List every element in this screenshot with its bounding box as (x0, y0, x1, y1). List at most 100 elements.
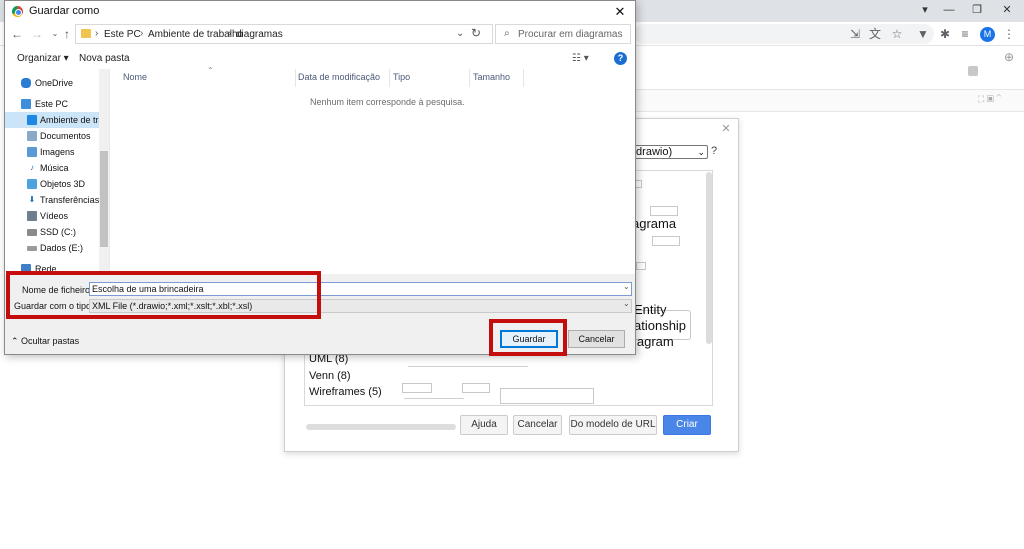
chevron-right-icon[interactable]: › (228, 28, 231, 39)
nav-item-music[interactable]: ♪ Música (5, 160, 101, 176)
sort-ascending-icon: ⌃ (207, 66, 214, 75)
close-icon[interactable]: ✕ (611, 3, 629, 21)
organize-menu[interactable]: Organizar ▾ (17, 53, 69, 64)
close-icon[interactable]: ✕ (720, 123, 732, 135)
dialog-title: Guardar como (29, 5, 100, 17)
breadcrumb-este-pc[interactable]: Este PC (104, 29, 141, 40)
recent-locations-icon[interactable]: ⌄ (49, 29, 61, 38)
column-size[interactable]: Tamanho (473, 72, 510, 82)
back-arrow-icon[interactable]: ← (11, 27, 23, 41)
command-bar: Organizar ▾ Nova pasta ☷ ▾ ? (5, 49, 635, 69)
desktop-icon (27, 115, 37, 125)
category-venn[interactable]: Venn (8) (309, 370, 351, 382)
breadcrumb-diagramas[interactable]: diagramas (236, 29, 283, 40)
empty-list-message: Nenhum item corresponde à pesquisa. (310, 97, 465, 107)
notifications-icon[interactable] (968, 66, 978, 76)
chrome-icon (12, 6, 23, 17)
cube-icon (27, 179, 37, 189)
template-preview-label: iagram (634, 334, 674, 349)
column-date-modified[interactable]: Data de modificação (298, 72, 380, 82)
navigation-pane: OneDrive Este PC Ambiente de trabalho Do… (5, 69, 110, 274)
dialog-titlebar: Guardar como ✕ (5, 1, 635, 23)
highlight-box-save (489, 319, 567, 356)
video-icon (27, 211, 37, 221)
nav-item-ssd[interactable]: SSD (C:) (5, 224, 101, 240)
nav-item-data-drive[interactable]: Dados (E:) (5, 240, 101, 256)
horizontal-scrollbar[interactable] (306, 424, 456, 430)
profile-avatar[interactable]: M (980, 27, 995, 42)
address-bar[interactable] (634, 24, 934, 44)
documents-icon (27, 131, 37, 141)
drive-icon (27, 246, 37, 251)
navigation-bar: ← → ⌄ ↑ › Este PC › Ambiente de trabalho… (5, 23, 635, 47)
extension-icon[interactable]: ▼ (916, 27, 930, 41)
nav-item-onedrive[interactable]: OneDrive (5, 75, 101, 91)
pictures-icon (27, 147, 37, 157)
file-list: ⌃ Nome Data de modificação Tipo Tamanho … (111, 66, 635, 274)
view-options-icon[interactable]: ☷ ▾ (572, 53, 589, 64)
music-icon: ♪ (30, 163, 34, 172)
bookmark-star-icon[interactable]: ☆ (890, 27, 904, 41)
chevron-down-icon[interactable]: ⌄ (623, 299, 630, 308)
template-thumbnail-shape (652, 236, 680, 246)
nav-item-videos[interactable]: Vídeos (5, 208, 101, 224)
drawio-toolbar: ⛶ ▣ ⌃ (634, 90, 1024, 112)
cancel-template-button[interactable]: Cancelar (513, 415, 562, 435)
chevron-down-icon[interactable]: ⌄ (623, 282, 630, 291)
search-box[interactable]: ⌕ (495, 24, 631, 44)
minimize-icon[interactable]: — (934, 2, 964, 18)
nav-item-pictures[interactable]: Imagens (5, 144, 101, 160)
template-thumbnail-line (404, 398, 464, 399)
window-close-icon[interactable]: ✕ (992, 2, 1022, 18)
search-icon: ⌕ (504, 28, 510, 39)
nav-item-downloads[interactable]: ⬇ Transferências (5, 192, 101, 208)
template-preview-label: ationship (634, 318, 687, 333)
column-name[interactable]: Nome (123, 72, 147, 82)
format-select[interactable]: .drawio) ⌄ (630, 145, 708, 159)
column-divider[interactable] (295, 69, 296, 87)
help-icon[interactable]: ? (711, 145, 717, 157)
column-divider[interactable] (389, 69, 390, 87)
nav-scrollbar-thumb[interactable] (100, 151, 108, 247)
column-type[interactable]: Tipo (393, 72, 410, 82)
chevron-down-icon[interactable]: ⌄ (456, 28, 464, 39)
help-button[interactable]: Ajuda (460, 415, 508, 435)
refresh-icon[interactable]: ↻ (471, 26, 481, 40)
chevron-right-icon[interactable]: › (95, 28, 98, 39)
nav-item-3d-objects[interactable]: Objetos 3D (5, 176, 101, 192)
chevron-right-icon[interactable]: › (140, 28, 143, 39)
column-divider[interactable] (523, 69, 524, 87)
create-button[interactable]: Criar (663, 415, 711, 435)
template-thumbnail-shape (650, 206, 678, 216)
translate-icon[interactable]: 文 (868, 27, 882, 41)
nav-item-desktop[interactable]: Ambiente de trabalho (5, 112, 101, 128)
folder-icon (81, 29, 91, 38)
template-scrollbar[interactable] (706, 172, 712, 344)
template-preview-label: agrama (632, 216, 677, 231)
address-box[interactable]: › Este PC › Ambiente de trabalho › diagr… (75, 24, 493, 44)
maximize-icon[interactable]: ❐ (962, 2, 992, 18)
nav-item-este-pc[interactable]: Este PC (5, 96, 101, 112)
cancel-button[interactable]: Cancelar (568, 330, 625, 348)
template-thumbnail-shape (462, 383, 490, 393)
chevron-down-icon: ⌄ (697, 147, 705, 157)
up-arrow-icon[interactable]: ↑ (61, 27, 73, 41)
hide-folders-toggle[interactable]: ⌃ Ocultar pastas (11, 336, 79, 347)
puzzle-icon[interactable]: ✱ (938, 27, 952, 41)
template-thumbnail-line (408, 366, 528, 367)
fullscreen-icon[interactable]: ⛶ ▣ ⌃ (978, 94, 1001, 105)
drive-icon (27, 229, 37, 236)
search-input[interactable] (518, 26, 628, 42)
column-divider[interactable] (469, 69, 470, 87)
install-icon[interactable]: ⇲ (848, 27, 862, 41)
nav-item-documents[interactable]: Documentos (5, 128, 101, 144)
menu-icon[interactable]: ⋮ (1002, 27, 1016, 41)
from-url-button[interactable]: Do modelo de URL (569, 415, 657, 435)
reading-list-icon[interactable]: ≡ (958, 27, 972, 41)
category-wireframes[interactable]: Wireframes (5) (309, 386, 382, 398)
help-icon[interactable]: ? (614, 52, 627, 65)
forward-arrow-icon[interactable]: → (31, 27, 43, 41)
template-preview-label: Entity (634, 302, 667, 317)
globe-icon[interactable]: ⊕ (1004, 50, 1014, 64)
new-folder-button[interactable]: Nova pasta (79, 53, 130, 64)
